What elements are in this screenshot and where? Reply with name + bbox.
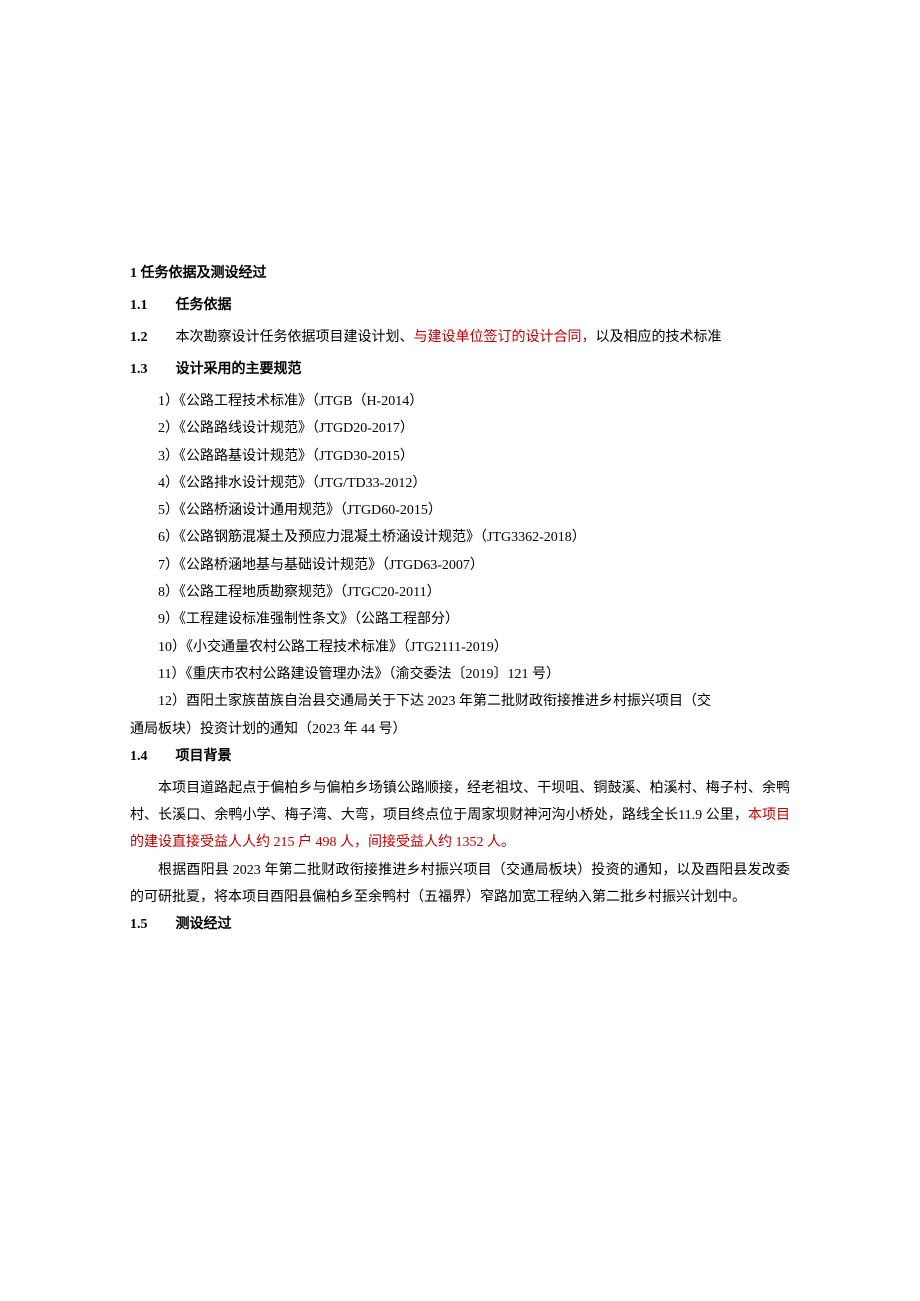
spec-item-5: 5）《公路桥涵设计通用规范》（JTGD60-2015） — [130, 497, 790, 524]
spec-item-12-a: 12）酉阳土家族苗族自治县交通局关于下达 2023 年第二批财政衔接推进乡村振兴… — [130, 688, 790, 715]
section-1-4-label: 项目背景 — [176, 749, 232, 764]
spec-item-1: 1）《公路工程技术标准》（JTGB（H-2014） — [130, 388, 790, 415]
section-1-2-num: 1.2 — [130, 324, 172, 352]
section-1-3-num: 1.3 — [130, 356, 172, 384]
section-1-2: 1.2 本次勘察设计任务依据项目建设计划、与建设单位签订的设计合同，以及相应的技… — [130, 324, 790, 352]
spec-item-7: 7）《公路桥涵地基与基础设计规范》（JTGD63-2007） — [130, 552, 790, 579]
section-1-4-num: 1.4 — [130, 743, 172, 771]
spec-item-6: 6）《公路钢筋混凝土及预应力混凝土桥涵设计规范》（JTG3362-2018） — [130, 524, 790, 551]
bg-para-1: 本项目道路起点于偏柏乡与偏柏乡场镇公路顺接，经老祖坟、干坝咀、铜鼓溪、柏溪村、梅… — [130, 775, 790, 857]
spec-item-2: 2）《公路路线设计规范》（JTGD20-2017） — [130, 415, 790, 442]
bg-para-1-a: 本项目道路起点于偏柏乡与偏柏乡场镇公路顺接，经老祖坟、干坝咀、铜鼓溪、柏溪村、梅… — [130, 781, 790, 823]
section-1-3-label: 设计采用的主要规范 — [176, 362, 302, 377]
section-1-1-label: 任务依据 — [176, 298, 232, 313]
section-1-5-num: 1.5 — [130, 911, 172, 939]
spec-item-10: 10）《小交通量农村公路工程技术标准》（JTG2111-2019） — [130, 634, 790, 661]
section-1-2-text-b: 以及相应的技术标准 — [596, 330, 722, 345]
spec-item-3: 3）《公路路基设计规范》（JTGD30-2015） — [130, 443, 790, 470]
spec-item-11: 11）《重庆市农村公路建设管理办法》（渝交委法〔2019〕121 号） — [130, 661, 790, 688]
section-1-1: 1.1 任务依据 — [130, 292, 790, 320]
section-1-5: 1.5 测设经过 — [130, 911, 790, 939]
section-1-2-text-red: 与建设单位签订的设计合同， — [414, 330, 596, 345]
spec-item-8: 8）《公路工程地质勘察规范》（JTGC20-2011） — [130, 579, 790, 606]
section-1-5-label: 测设经过 — [176, 917, 232, 932]
section-1-title: 1 任务依据及测设经过 — [130, 260, 790, 288]
section-1-3: 1.3 设计采用的主要规范 — [130, 356, 790, 384]
section-1-4: 1.4 项目背景 — [130, 743, 790, 771]
spec-item-4: 4）《公路排水设计规范》（JTG/TD33-2012） — [130, 470, 790, 497]
section-1-1-num: 1.1 — [130, 292, 172, 320]
bg-para-2: 根据酉阳县 2023 年第二批财政衔接推进乡村振兴项目（交通局板块）投资的通知，… — [130, 857, 790, 912]
spec-item-12-b: 通局板块）投资计划的通知（2023 年 44 号） — [130, 716, 790, 743]
spec-item-9: 9）《工程建设标准强制性条文》（公路工程部分） — [130, 606, 790, 633]
section-1-2-text-a: 本次勘察设计任务依据项目建设计划、 — [176, 330, 414, 345]
